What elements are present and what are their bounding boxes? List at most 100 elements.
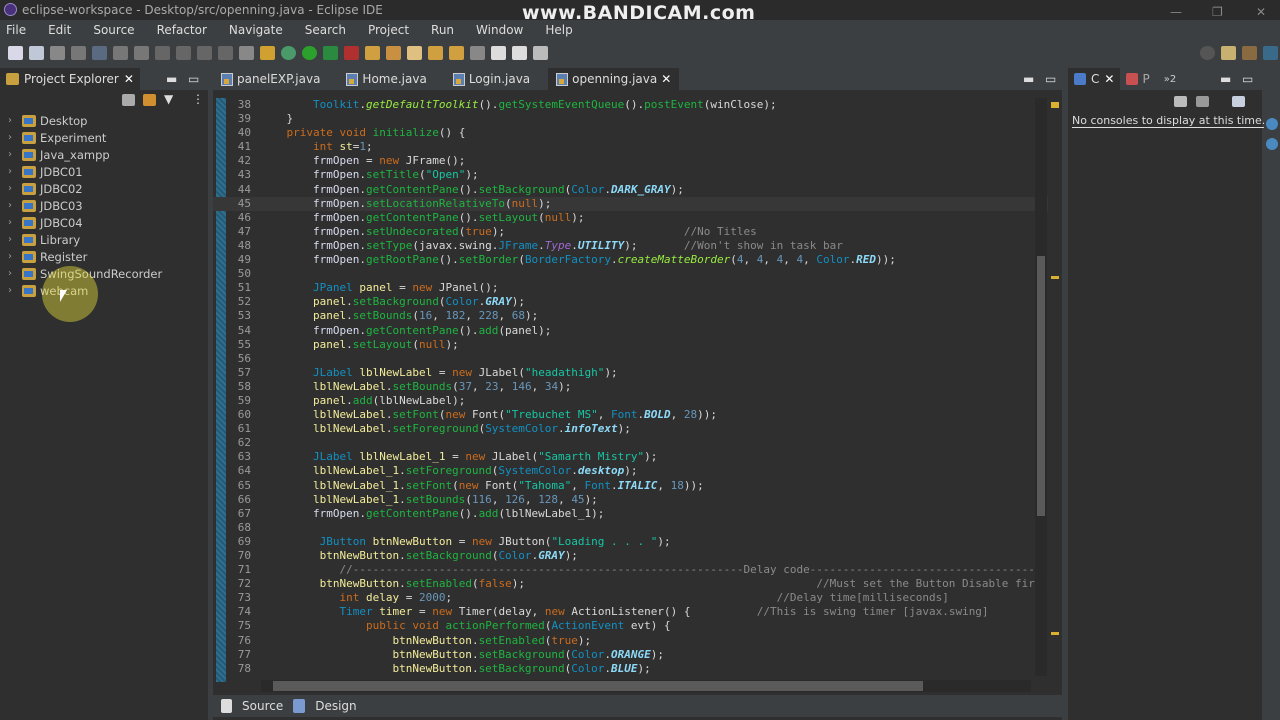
tree-item[interactable]: › Desktop [0, 112, 208, 129]
design-tab[interactable]: Design [315, 699, 356, 713]
display-console-icon[interactable] [1196, 96, 1209, 107]
chevron-right-icon[interactable]: › [8, 268, 18, 279]
chevron-right-icon[interactable]: › [8, 166, 18, 177]
maximize-icon[interactable]: ▭ [188, 72, 199, 86]
code-line[interactable]: 62 [213, 436, 1048, 450]
code-line[interactable]: 44 frmOpen.getContentPane().setBackgroun… [213, 183, 1048, 197]
use-step-filters-icon[interactable] [239, 46, 254, 60]
breakpoints-icon[interactable] [1266, 138, 1278, 150]
editor-tab[interactable]: Login.java [445, 68, 538, 90]
minimize-icon[interactable]: ▬ [1220, 72, 1231, 86]
code-line[interactable]: 64 lblNewLabel_1.setForeground(SystemCol… [213, 464, 1048, 478]
menu-help[interactable]: Help [545, 23, 572, 37]
chevron-right-icon[interactable]: › [8, 200, 18, 211]
coverage-icon[interactable] [323, 46, 338, 60]
code-line[interactable]: 57 JLabel lblNewLabel = new JLabel("head… [213, 366, 1048, 380]
step-return-icon[interactable] [218, 46, 233, 60]
code-line[interactable]: 39 } [213, 112, 1048, 126]
prev-annotation-icon[interactable] [449, 46, 464, 60]
code-line[interactable]: 61 lblNewLabel.setForeground(SystemColor… [213, 422, 1048, 436]
maximize-button[interactable]: ❐ [1212, 2, 1223, 22]
restore-view-icon[interactable] [1266, 118, 1278, 130]
console-tab[interactable]: C ✕ [1068, 68, 1121, 90]
code-line[interactable]: 41 int st=1; [213, 140, 1048, 154]
menu-edit[interactable]: Edit [48, 23, 71, 37]
code-line[interactable]: 49 frmOpen.getRootPane().setBorder(Borde… [213, 253, 1048, 267]
code-line[interactable]: 53 panel.setBounds(16, 182, 228, 68); [213, 309, 1048, 323]
code-line[interactable]: 72 btnNewButton.setEnabled(false); //Mus… [213, 577, 1048, 591]
code-line[interactable]: 56 [213, 352, 1048, 366]
editor-tab[interactable]: panelEXP.java [213, 68, 328, 90]
pin-console-icon[interactable] [1174, 96, 1187, 107]
filter-icon[interactable]: ▼ [164, 92, 173, 106]
maximize-icon[interactable]: ▭ [1242, 72, 1253, 86]
tree-item[interactable]: › JDBC04 [0, 214, 208, 231]
code-line[interactable]: 70 btnNewButton.setBackground(Color.GRAY… [213, 549, 1048, 563]
terminate-icon[interactable] [155, 46, 170, 60]
code-line[interactable]: 66 lblNewLabel_1.setBounds(116, 126, 128… [213, 493, 1048, 507]
close-icon[interactable]: ✕ [661, 72, 671, 86]
code-line[interactable]: 75 public void actionPerformed(ActionEve… [213, 619, 1048, 633]
new-console-icon[interactable] [1232, 96, 1245, 107]
menu-file[interactable]: File [6, 23, 26, 37]
code-line[interactable]: 68 [213, 521, 1048, 535]
pin-editor-icon[interactable] [533, 46, 548, 60]
chevron-right-icon[interactable]: › [8, 251, 18, 262]
code-line[interactable]: 40 private void initialize() { [213, 126, 1048, 140]
save-icon[interactable] [50, 46, 65, 60]
new-icon[interactable] [8, 46, 23, 60]
menu-source[interactable]: Source [93, 23, 134, 37]
back-icon[interactable] [491, 46, 506, 60]
tree-item[interactable]: › Experiment [0, 129, 208, 146]
debug-icon[interactable] [281, 46, 296, 60]
code-line[interactable]: 55 panel.setLayout(null); [213, 338, 1048, 352]
chevron-right-icon[interactable]: › [8, 217, 18, 228]
problems-tab[interactable]: P [1142, 72, 1149, 86]
code-line[interactable]: 47 frmOpen.setUndecorated(true); //No Ti… [213, 225, 1048, 239]
editor-tab[interactable]: Home.java [338, 68, 434, 90]
toggle-icon[interactable] [260, 46, 275, 60]
external-tools-icon[interactable] [344, 46, 359, 60]
menu-refactor[interactable]: Refactor [157, 23, 207, 37]
menu-window[interactable]: Window [476, 23, 523, 37]
tree-item[interactable]: › SwingSoundRecorder [0, 265, 208, 282]
resume-icon[interactable] [113, 46, 128, 60]
tree-item[interactable]: › Library [0, 231, 208, 248]
code-line[interactable]: 51 JPanel panel = new JPanel(); [213, 281, 1048, 295]
minimize-icon[interactable]: ▬ [1023, 72, 1034, 86]
code-line[interactable]: 58 lblNewLabel.setBounds(37, 23, 146, 34… [213, 380, 1048, 394]
code-line[interactable]: 38 Toolkit.getDefaultToolkit().getSystem… [213, 98, 1048, 112]
code-line[interactable]: 43 frmOpen.setTitle("Open"); [213, 168, 1048, 182]
minimize-icon[interactable]: ▬ [166, 72, 177, 86]
code-line[interactable]: 71 //-----------------------------------… [213, 563, 1048, 577]
warning-marker[interactable] [1051, 102, 1059, 108]
source-tab[interactable]: Source [242, 699, 283, 713]
close-button[interactable]: ✕ [1256, 2, 1266, 22]
open-task-icon[interactable] [386, 46, 401, 60]
pen-icon[interactable] [407, 46, 422, 60]
next-annotation-icon[interactable] [428, 46, 443, 60]
last-edit-icon[interactable] [470, 46, 485, 60]
new-class-icon[interactable] [29, 46, 44, 60]
chevron-right-icon[interactable]: › [8, 132, 18, 143]
save-all-icon[interactable] [71, 46, 86, 60]
code-editor[interactable]: 38 Toolkit.getDefaultToolkit().getSystem… [213, 98, 1048, 682]
occurrence-marker[interactable] [1051, 276, 1059, 279]
view-menu-icon[interactable]: ⋮ [192, 92, 204, 106]
chevron-right-icon[interactable]: › [8, 149, 18, 160]
horizontal-scrollbar[interactable] [261, 680, 1031, 692]
step-into-icon[interactable] [176, 46, 191, 60]
occurrence-marker[interactable] [1051, 632, 1059, 635]
debug-perspective-icon[interactable] [1263, 46, 1278, 60]
menu-run[interactable]: Run [431, 23, 454, 37]
run-icon[interactable] [302, 46, 317, 60]
chevron-right-icon[interactable]: › [8, 234, 18, 245]
minimize-button[interactable]: — [1170, 2, 1182, 22]
code-line[interactable]: 73 int delay = 2000; //Delay time[millis… [213, 591, 1048, 605]
code-line[interactable]: 77 btnNewButton.setBackground(Color.ORAN… [213, 648, 1048, 662]
chevron-right-icon[interactable]: › [8, 183, 18, 194]
skip-breakpoints-icon[interactable] [92, 46, 107, 60]
tree-item[interactable]: › JDBC01 [0, 163, 208, 180]
open-perspective-icon[interactable] [1221, 46, 1236, 60]
tree-item[interactable]: › webcam [0, 282, 208, 299]
